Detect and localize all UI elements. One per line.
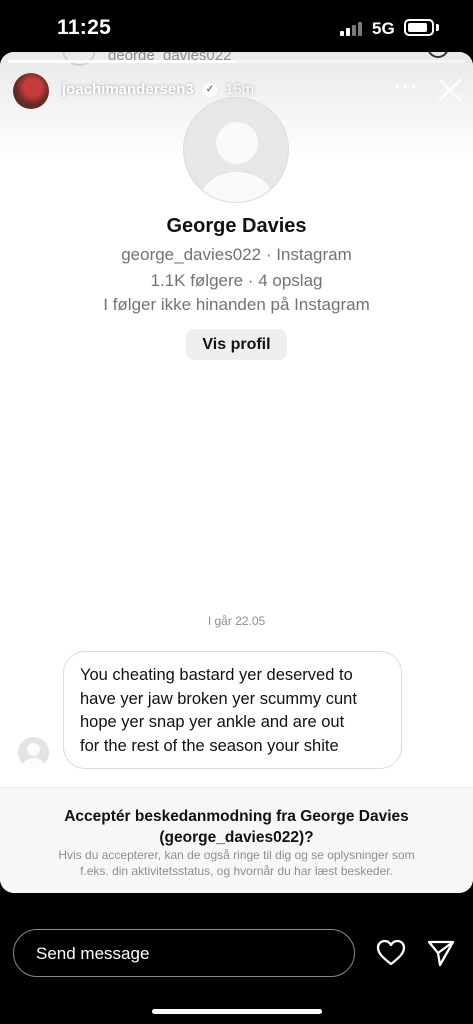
home-indicator (152, 1009, 322, 1014)
paper-plane-icon[interactable] (426, 938, 456, 968)
view-profile-button[interactable]: Vis profil (186, 329, 287, 360)
close-icon[interactable] (436, 76, 464, 104)
cellular-signal-icon (340, 22, 366, 36)
sender-avatar (18, 737, 49, 768)
verified-badge-icon: ✓ (203, 83, 217, 97)
underlying-avatar (62, 52, 96, 66)
request-description: Hvis du accepterer, kan de også ringe ti… (58, 848, 415, 878)
message-date-label: I går 22.05 (207, 614, 266, 628)
message-request-panel: Acceptér beskedanmodning fra George Davi… (0, 787, 473, 893)
battery-icon (404, 19, 434, 36)
profile-name: George Davies (166, 215, 307, 237)
story-progress-bar (8, 60, 465, 63)
story-progress-fill (8, 60, 237, 63)
status-time: 11:25 (57, 16, 112, 39)
status-bar: 11:25 5G (0, 0, 473, 52)
profile-relationship-line: I følger ikke hinanden på Instagram (103, 295, 370, 314)
send-message-field[interactable] (13, 929, 355, 977)
settings-icon (427, 52, 449, 58)
profile-handle-line: george_davies022 · Instagram (121, 245, 352, 264)
profile-avatar (183, 97, 289, 203)
story-author-avatar[interactable] (13, 73, 49, 109)
story-card[interactable]: george_davies022 joachimandersen3 ✓ 15m … (0, 52, 473, 893)
request-title: Acceptér beskedanmodning fra George Davi… (64, 808, 409, 846)
heart-icon[interactable] (376, 939, 406, 967)
network-label: 5G (372, 19, 395, 38)
message-text: You cheating bastard yer deserved to hav… (80, 666, 357, 755)
send-message-input[interactable] (36, 942, 336, 966)
message-bubble[interactable]: You cheating bastard yer deserved to hav… (63, 651, 402, 769)
story-author-username[interactable]: joachimandersen3 (62, 81, 194, 98)
story-timestamp: 15m (225, 81, 255, 98)
profile-stats-line: 1.1K følgere · 4 opslag (150, 271, 323, 290)
ellipsis-icon[interactable]: ··· (394, 74, 420, 100)
